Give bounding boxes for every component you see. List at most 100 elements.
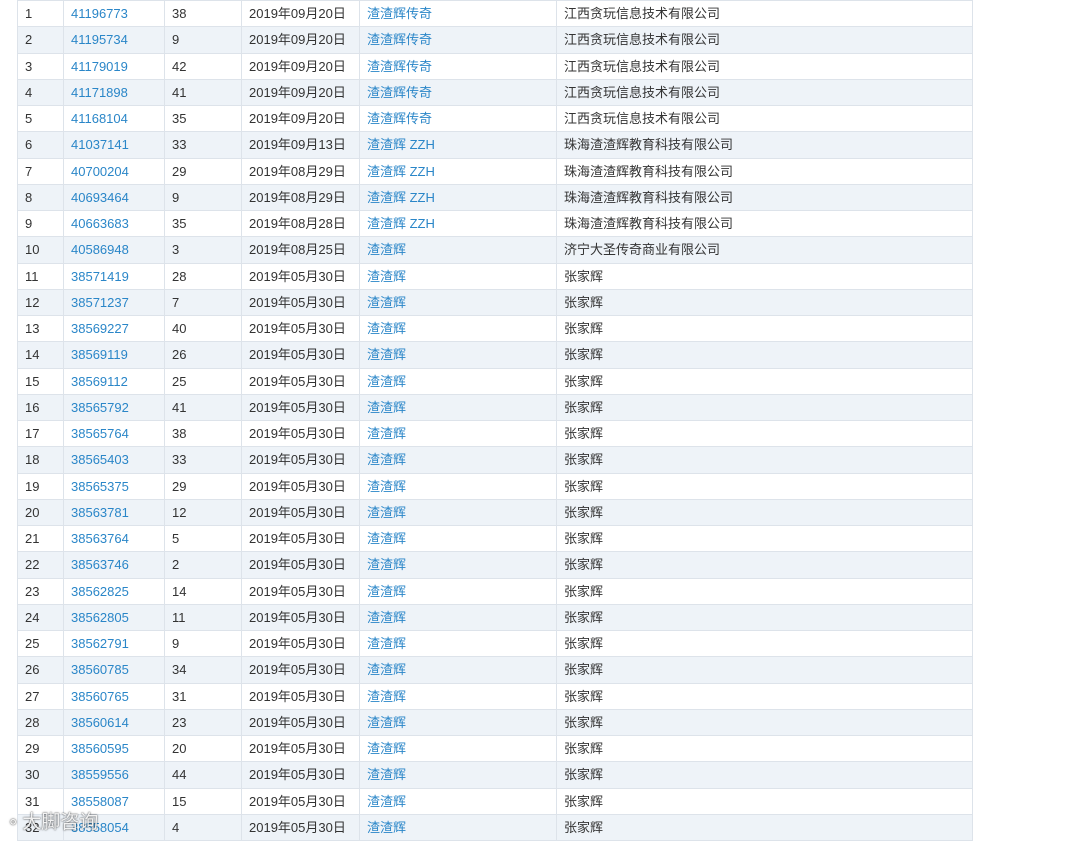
- trademark-name-link[interactable]: 渣渣辉: [367, 794, 406, 809]
- trademark-name-cell: 渣渣辉: [359, 734, 557, 763]
- registration-number-link[interactable]: 38569119: [71, 347, 128, 362]
- trademark-name-link[interactable]: 渣渣辉: [367, 505, 406, 520]
- class-cell: 25: [164, 367, 242, 395]
- registration-number-link[interactable]: 38569227: [71, 321, 129, 336]
- application-date-text: 2019年05月30日: [249, 426, 346, 442]
- registration-number-link[interactable]: 38560765: [71, 689, 129, 704]
- applicant-cell: 珠海渣渣辉教育科技有限公司: [556, 209, 973, 238]
- trademark-name-link[interactable]: 渣渣辉: [367, 557, 406, 572]
- registration-number-link[interactable]: 38560614: [71, 715, 129, 730]
- registration-number-cell: 38569112: [63, 367, 165, 395]
- trademark-name-link[interactable]: 渣渣辉: [367, 242, 406, 257]
- trademark-name-link[interactable]: 渣渣辉: [367, 610, 406, 625]
- row-index-cell: 28: [17, 708, 64, 737]
- applicant-text: 张家辉: [564, 321, 604, 337]
- applicant-text: 张家辉: [564, 662, 604, 678]
- applicant-cell: 江西贪玩信息技术有限公司: [556, 52, 973, 80]
- application-date-text: 2019年05月30日: [249, 504, 346, 520]
- row-index-cell: 25: [17, 629, 64, 658]
- trademark-name-link[interactable]: 渣渣辉传奇: [367, 6, 432, 21]
- trademark-name-link[interactable]: 渣渣辉: [367, 269, 406, 284]
- registration-number-link[interactable]: 40700204: [71, 164, 129, 179]
- trademark-name-link[interactable]: 渣渣辉传奇: [367, 59, 432, 74]
- applicant-cell: 张家辉: [556, 367, 973, 395]
- registration-number-link[interactable]: 38563764: [71, 531, 129, 546]
- registration-number-link[interactable]: 41196773: [71, 6, 128, 21]
- registration-number-link[interactable]: 38565375: [71, 479, 129, 494]
- registration-number-link[interactable]: 38562825: [71, 584, 129, 599]
- applicant-cell: 江西贪玩信息技术有限公司: [556, 0, 973, 28]
- registration-number-link[interactable]: 38560785: [71, 662, 129, 677]
- registration-number-link[interactable]: 38558054: [71, 820, 129, 835]
- application-date-cell: 2019年08月25日: [241, 236, 360, 264]
- trademark-name-link[interactable]: 渣渣辉: [367, 741, 406, 756]
- trademark-results-table: 1 41196773 38 2019年09月20日 渣渣辉传奇 江西贪玩信息技术有限公司 2…: [17, 0, 973, 842]
- applicant-text: 张家辉: [564, 583, 604, 599]
- registration-number-cell: 38571237: [63, 288, 165, 317]
- registration-number-link[interactable]: 40693464: [71, 190, 129, 205]
- applicant-cell: 张家辉: [556, 524, 973, 553]
- applicant-cell: 江西贪玩信息技术有限公司: [556, 104, 973, 133]
- row-index-text: 1: [25, 6, 33, 22]
- trademark-name-link[interactable]: 渣渣辉: [367, 662, 406, 677]
- registration-number-link[interactable]: 38562791: [71, 636, 129, 651]
- class-cell: 7: [164, 288, 242, 317]
- row-index-text: 16: [25, 399, 40, 415]
- trademark-name-link[interactable]: 渣渣辉: [367, 531, 406, 546]
- registration-number-cell: 38560614: [63, 708, 165, 737]
- class-text: 3: [172, 242, 180, 258]
- registration-number-link[interactable]: 38559556: [71, 767, 129, 782]
- trademark-name-link[interactable]: 渣渣辉 ZZH: [367, 164, 435, 179]
- registration-number-link[interactable]: 38562805: [71, 610, 129, 625]
- registration-number-link[interactable]: 38565403: [71, 452, 129, 467]
- applicant-text: 张家辉: [564, 609, 604, 625]
- table-row: 1 41196773 38 2019年09月20日 渣渣辉传奇 江西贪玩信息技术有限公司: [17, 0, 973, 28]
- trademark-name-link[interactable]: 渣渣辉传奇: [367, 32, 432, 47]
- trademark-name-link[interactable]: 渣渣辉: [367, 295, 406, 310]
- registration-number-link[interactable]: 38560595: [71, 741, 129, 756]
- registration-number-link[interactable]: 41168104: [71, 111, 128, 126]
- row-index-cell: 17: [17, 419, 64, 448]
- class-text: 35: [172, 111, 187, 127]
- trademark-name-link[interactable]: 渣渣辉: [367, 636, 406, 651]
- trademark-name-link[interactable]: 渣渣辉传奇: [367, 85, 432, 100]
- applicant-text: 张家辉: [564, 714, 604, 730]
- registration-number-link[interactable]: 41171898: [71, 85, 128, 100]
- applicant-text: 张家辉: [564, 426, 604, 442]
- class-cell: 38: [164, 419, 242, 448]
- trademark-name-link[interactable]: 渣渣辉: [367, 767, 406, 782]
- trademark-name-link[interactable]: 渣渣辉: [367, 689, 406, 704]
- trademark-name-link[interactable]: 渣渣辉传奇: [367, 111, 432, 126]
- registration-number-link[interactable]: 38565792: [71, 400, 129, 415]
- registration-number-link[interactable]: 40663683: [71, 216, 129, 231]
- trademark-name-link[interactable]: 渣渣辉 ZZH: [367, 137, 435, 152]
- registration-number-link[interactable]: 38563746: [71, 557, 129, 572]
- registration-number-link[interactable]: 40586948: [71, 242, 129, 257]
- trademark-name-link[interactable]: 渣渣辉: [367, 820, 406, 835]
- trademark-name-link[interactable]: 渣渣辉: [367, 321, 406, 336]
- trademark-name-link[interactable]: 渣渣辉: [367, 426, 406, 441]
- registration-number-link[interactable]: 38565764: [71, 426, 129, 441]
- registration-number-link[interactable]: 41179019: [71, 59, 128, 74]
- registration-number-link[interactable]: 38569112: [71, 374, 128, 389]
- trademark-name-link[interactable]: 渣渣辉 ZZH: [367, 216, 435, 231]
- row-index-cell: 14: [17, 341, 64, 369]
- trademark-name-link[interactable]: 渣渣辉 ZZH: [367, 190, 435, 205]
- registration-number-link[interactable]: 38571237: [71, 295, 129, 310]
- trademark-name-link[interactable]: 渣渣辉: [367, 400, 406, 415]
- trademark-name-cell: 渣渣辉: [359, 393, 557, 422]
- table-row: 8 40693464 9 2019年08月29日 渣渣辉 ZZH 珠海渣渣辉教育科技有限公…: [17, 183, 973, 212]
- applicant-cell: 珠海渣渣辉教育科技有限公司: [556, 183, 973, 212]
- trademark-name-link[interactable]: 渣渣辉: [367, 715, 406, 730]
- trademark-name-link[interactable]: 渣渣辉: [367, 347, 406, 362]
- trademark-name-link[interactable]: 渣渣辉: [367, 374, 406, 389]
- trademark-name-link[interactable]: 渣渣辉: [367, 479, 406, 494]
- registration-number-link[interactable]: 41037141: [71, 137, 129, 152]
- registration-number-link[interactable]: 38571419: [71, 269, 129, 284]
- registration-number-link[interactable]: 38563781: [71, 505, 129, 520]
- application-date-cell: 2019年05月30日: [241, 551, 360, 579]
- registration-number-link[interactable]: 38558087: [71, 794, 129, 809]
- trademark-name-link[interactable]: 渣渣辉: [367, 584, 406, 599]
- registration-number-link[interactable]: 41195734: [71, 32, 128, 47]
- trademark-name-link[interactable]: 渣渣辉: [367, 452, 406, 467]
